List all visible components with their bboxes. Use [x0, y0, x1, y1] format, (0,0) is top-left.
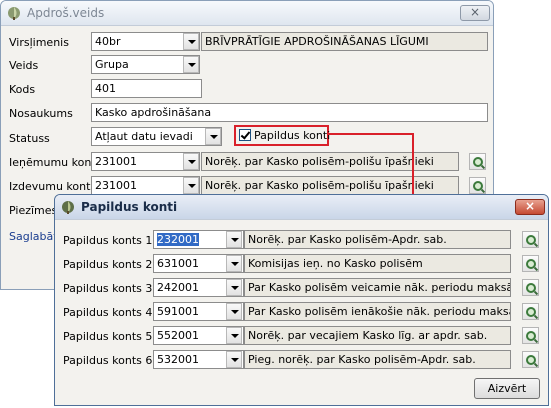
app-logo-icon [62, 201, 74, 214]
papildus-konts-6-lookup-button[interactable] [522, 351, 539, 368]
magnifier-icon [526, 283, 536, 293]
close-icon: × [524, 199, 536, 213]
papildus-konts-4-lookup-button[interactable] [522, 303, 539, 320]
papildus-konts-3-dropdown-arrow[interactable] [226, 279, 242, 296]
papildus-konts-4-description: Par Kasko polisēm ienākošie nāk. periodu… [244, 302, 511, 321]
papildus-konts-1-lookup-button[interactable] [522, 231, 539, 248]
magnifier-icon [526, 235, 536, 245]
papildus-konts-1-description: Norēķ. par Kasko polisēm-Apdr. sab. [244, 230, 511, 249]
magnifier-icon [526, 259, 536, 269]
papildus-konts-5-label: Papildus konts 5 [63, 330, 153, 343]
papildus-konts-3-label: Papildus konts 3 [63, 282, 153, 295]
papildus-konts-2-lookup-button[interactable] [522, 255, 539, 272]
papildus-konts-6-dropdown-arrow[interactable] [226, 351, 242, 368]
dialog-close-button[interactable]: × [515, 199, 545, 215]
papildus-konts-3-lookup-button[interactable] [522, 279, 539, 296]
dialog-titlebar: Papildus konti × [55, 195, 548, 220]
magnifier-icon [526, 355, 536, 365]
papildus-konts-6-description: Pieg. norēķ. par Kasko polisēm-Apdr. sab… [244, 350, 511, 369]
papildus-konts-6-label: Papildus konts 6 [63, 354, 153, 367]
papildus-konts-2-dropdown-arrow[interactable] [226, 255, 242, 272]
papildus-konts-2-label: Papildus konts 2 [63, 258, 153, 271]
dialog-title: Papildus konti [81, 200, 178, 214]
papildus-konts-1-label: Papildus konts 1 [63, 234, 153, 247]
magnifier-icon [526, 331, 536, 341]
papildus-konts-3-description: Par Kasko polisēm veicamie nāk. periodu … [244, 278, 511, 297]
aizvert-button[interactable]: Aizvērt [474, 378, 540, 399]
papildus-konts-4-label: Papildus konts 4 [63, 306, 153, 319]
papildus-konts-4-dropdown-arrow[interactable] [226, 303, 242, 320]
magnifier-icon [526, 307, 536, 317]
papildus-konts-5-description: Norēķ. par vecajiem Kasko līg. ar apdr. … [244, 326, 511, 345]
papildus-konts-5-lookup-button[interactable] [522, 327, 539, 344]
papildus-konts-5-dropdown-arrow[interactable] [226, 327, 242, 344]
selected-text: 232001 [157, 233, 199, 246]
papildus-dialog: Papildus konti × Papildus konts 1 232001… [54, 194, 549, 406]
papildus-konts-1-dropdown-arrow[interactable] [226, 231, 242, 248]
papildus-konts-2-description: Komisijas ieņ. no Kasko polisēm [244, 254, 511, 273]
